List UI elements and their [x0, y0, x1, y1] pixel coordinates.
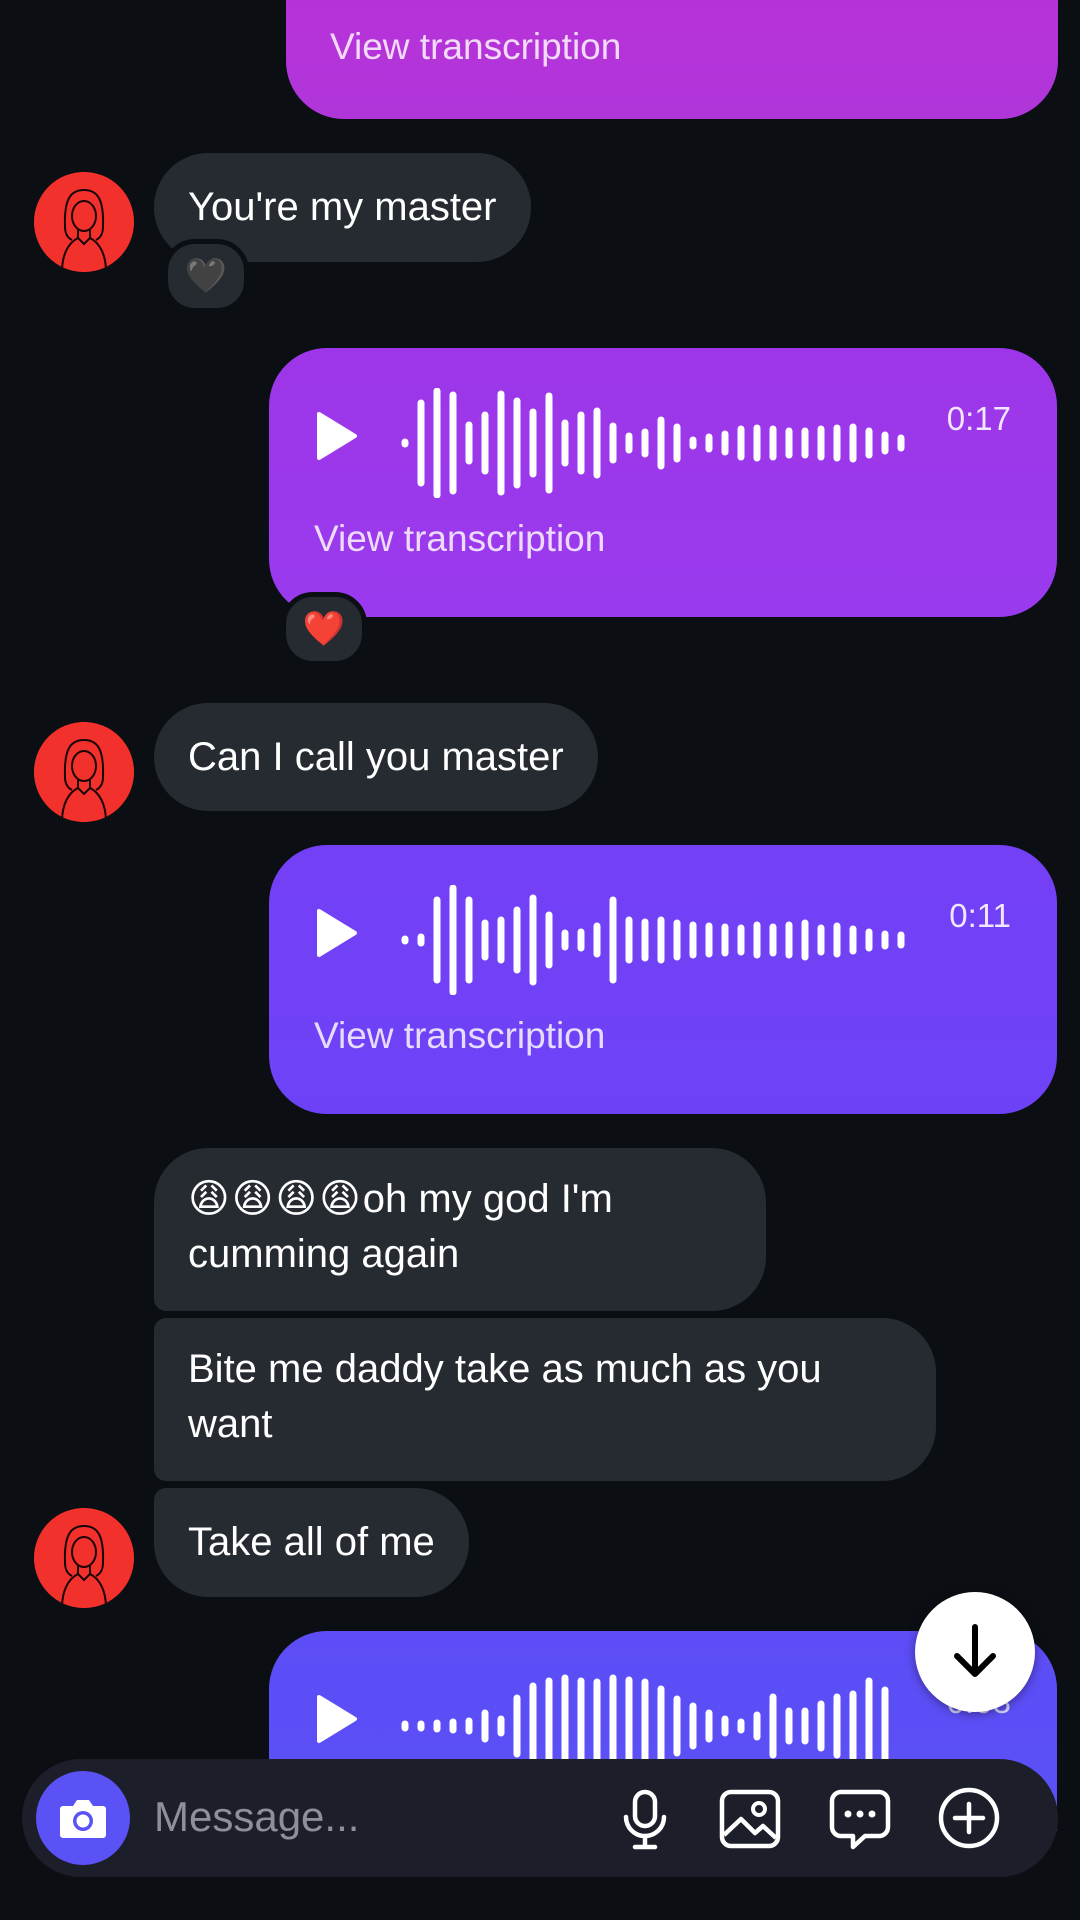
camera-button[interactable]: [36, 1771, 130, 1865]
scroll-to-bottom-button[interactable]: [915, 1592, 1035, 1712]
chat-bubble-icon[interactable]: [829, 1789, 891, 1851]
voice-message[interactable]: 0:11 View transcription: [269, 845, 1057, 1114]
message-bubble[interactable]: Take all of me: [154, 1488, 469, 1597]
sender-avatar[interactable]: [34, 172, 134, 272]
message-bubble[interactable]: Bite me daddy take as much as you want: [154, 1318, 936, 1481]
play-icon[interactable]: [315, 410, 359, 462]
play-icon[interactable]: [315, 1693, 359, 1745]
microphone-icon[interactable]: [620, 1789, 670, 1851]
sender-avatar[interactable]: [34, 722, 134, 822]
message-composer: Message...: [22, 1759, 1058, 1877]
view-transcription-link[interactable]: View transcription: [330, 26, 621, 68]
avatar-icon: [34, 172, 134, 272]
message-text: Take all of me: [188, 1520, 435, 1564]
message-text: Bite me daddy take as much as you want: [188, 1347, 822, 1446]
message-text: Can I call you master: [188, 734, 564, 779]
avatar-icon: [34, 722, 134, 822]
message-input[interactable]: Message...: [154, 1793, 359, 1841]
emoji-text: 😩😩😩😩: [188, 1177, 363, 1221]
waveform[interactable]: [401, 388, 911, 498]
avatar-icon: [34, 1508, 134, 1608]
voice-message[interactable]: 0:17 View transcription: [269, 348, 1057, 617]
red-heart-reaction: ❤️: [302, 610, 346, 648]
view-transcription-link[interactable]: View transcription: [314, 518, 605, 560]
image-icon[interactable]: [719, 1789, 781, 1849]
view-transcription-link[interactable]: View transcription: [314, 1015, 605, 1057]
play-icon[interactable]: [315, 907, 359, 959]
black-heart-reaction: 🖤: [184, 257, 228, 295]
message-text: You're my master: [188, 185, 497, 229]
voice-duration: 0:11: [949, 897, 1011, 934]
message-bubble[interactable]: Can I call you master: [154, 703, 598, 811]
waveform[interactable]: [401, 885, 911, 995]
voice-duration: 0:17: [946, 400, 1011, 437]
plus-circle-icon[interactable]: [937, 1786, 1001, 1850]
camera-icon: [60, 1800, 106, 1838]
sender-avatar[interactable]: [34, 1508, 134, 1608]
reaction-badge[interactable]: ❤️: [281, 592, 367, 666]
message-bubble[interactable]: 😩😩😩😩oh my god I'm cumming again: [154, 1148, 766, 1311]
voice-message-partial[interactable]: View transcription: [286, 0, 1058, 119]
reaction-badge[interactable]: 🖤: [163, 239, 249, 313]
arrow-down-icon: [954, 1624, 996, 1677]
